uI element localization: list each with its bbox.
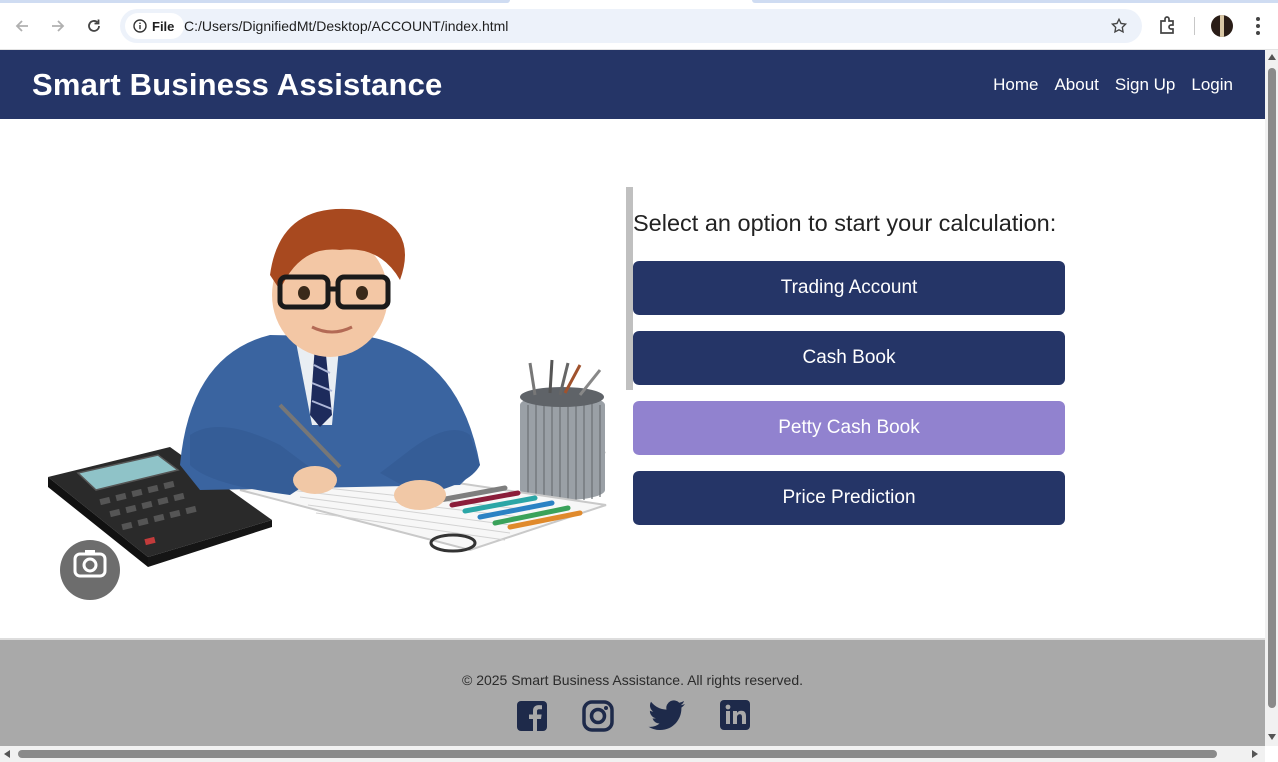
tab-strip: [0, 0, 1278, 3]
extensions-icon[interactable]: [1156, 13, 1180, 37]
nav-home[interactable]: Home: [993, 75, 1038, 95]
browser-toolbar: File C:/Users/DignifiedMt/Desktop/ACCOUN…: [0, 0, 1278, 50]
page-viewport: Smart Business Assistance Home About Sig…: [0, 50, 1265, 746]
options-prompt: Select an option to start your calculati…: [633, 210, 1057, 236]
social-links: [0, 700, 1265, 732]
scroll-left-arrow-icon[interactable]: [4, 750, 10, 758]
twitter-icon[interactable]: [648, 700, 686, 732]
scroll-up-arrow-icon[interactable]: [1268, 54, 1276, 60]
linkedin-icon[interactable]: [719, 700, 750, 732]
scroll-down-arrow-icon[interactable]: [1268, 734, 1276, 740]
forward-icon[interactable]: [44, 12, 72, 40]
toolbar-separator: [1194, 17, 1195, 35]
url-text[interactable]: C:/Users/DignifiedMt/Desktop/ACCOUNT/ind…: [184, 18, 508, 34]
accountant-illustration: [48, 208, 607, 567]
horizontal-scroll-thumb[interactable]: [18, 750, 1217, 758]
site-header: Smart Business Assistance Home About Sig…: [0, 50, 1265, 119]
horizontal-scrollbar[interactable]: [0, 746, 1265, 762]
nav-sign-up[interactable]: Sign Up: [1115, 75, 1175, 95]
profile-avatar[interactable]: [1211, 15, 1233, 37]
site-info-chip[interactable]: File: [125, 13, 185, 39]
instagram-icon[interactable]: [581, 700, 614, 732]
back-icon[interactable]: [8, 12, 36, 40]
petty-cash-book-button[interactable]: Petty Cash Book: [633, 401, 1065, 455]
camera-overlay-icon[interactable]: [60, 540, 120, 600]
site-brand[interactable]: Smart Business Assistance: [32, 67, 442, 103]
main-nav: Home About Sign Up Login: [993, 75, 1233, 95]
reload-icon[interactable]: [80, 12, 108, 40]
address-bar[interactable]: File C:/Users/DignifiedMt/Desktop/ACCOUN…: [120, 9, 1142, 43]
info-icon: [133, 19, 147, 33]
vertical-scroll-thumb[interactable]: [1268, 68, 1276, 708]
cash-book-button[interactable]: Cash Book: [633, 331, 1065, 385]
calculation-options: Select an option to start your calculati…: [633, 210, 1065, 541]
menu-icon[interactable]: [1249, 14, 1267, 38]
star-icon[interactable]: [1108, 15, 1130, 37]
nav-about[interactable]: About: [1054, 75, 1098, 95]
content-divider: [626, 187, 633, 390]
site-footer: © 2025 Smart Business Assistance. All ri…: [0, 638, 1265, 746]
file-chip-label: File: [152, 18, 175, 34]
scroll-right-arrow-icon[interactable]: [1252, 750, 1258, 758]
facebook-icon[interactable]: [516, 700, 548, 732]
trading-account-button[interactable]: Trading Account: [633, 261, 1065, 315]
price-prediction-button[interactable]: Price Prediction: [633, 471, 1065, 525]
nav-login[interactable]: Login: [1191, 75, 1233, 95]
copyright-text: © 2025 Smart Business Assistance. All ri…: [461, 672, 804, 688]
vertical-scrollbar[interactable]: [1265, 50, 1278, 746]
